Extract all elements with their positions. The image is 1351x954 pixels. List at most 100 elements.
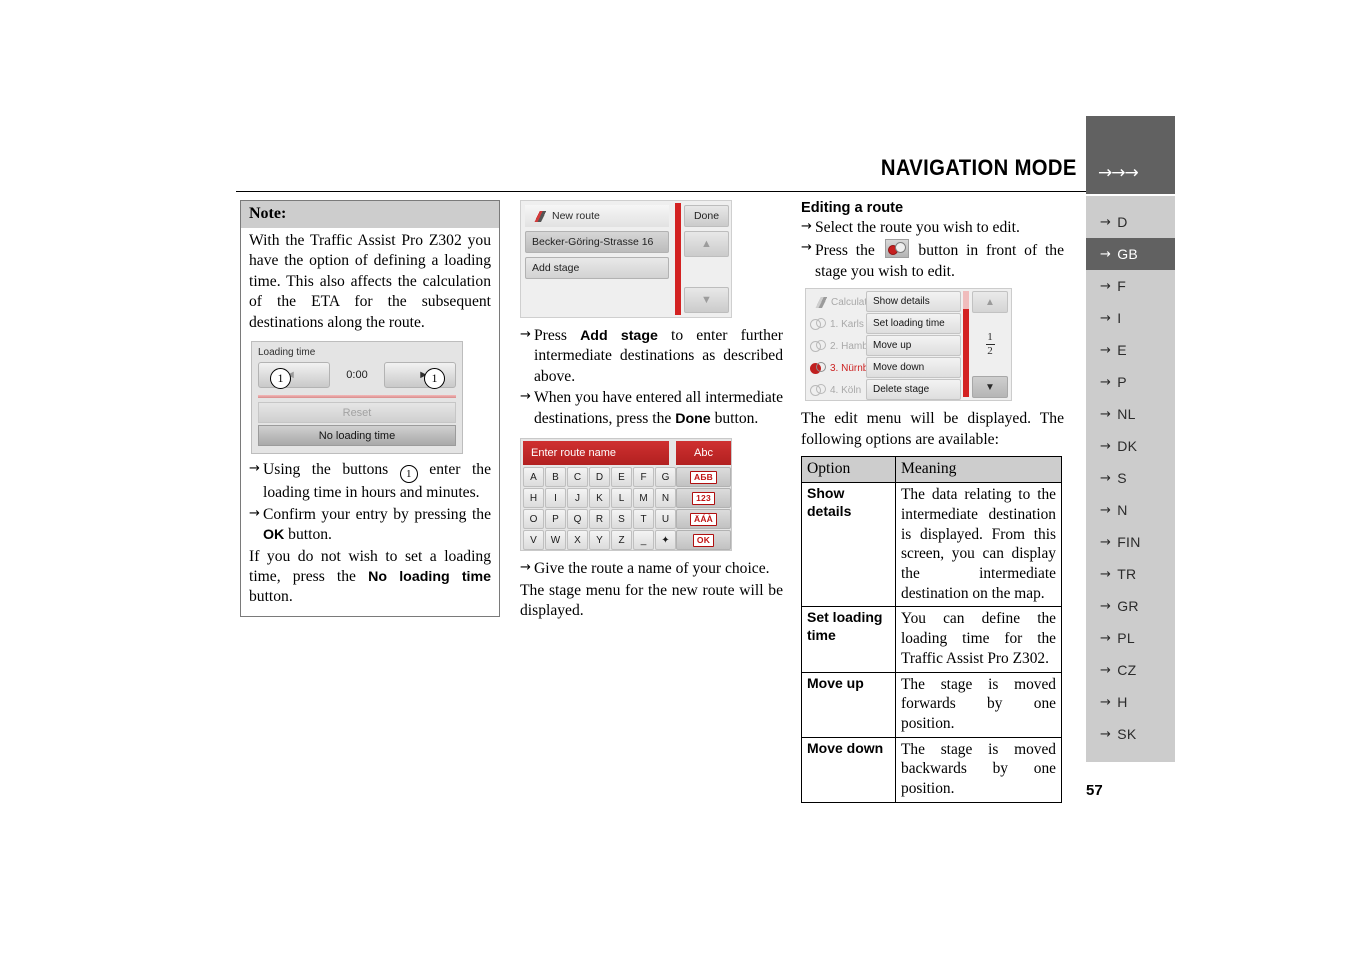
menu-item-delete-stage[interactable]: Delete stage — [866, 379, 961, 401]
no-loading-time-button[interactable]: No loading time — [258, 425, 456, 447]
arrow-icon: → — [1100, 470, 1112, 486]
sidebar-item-fin[interactable]: → FIN — [1086, 526, 1175, 558]
header-section-tab: →→→ — [1086, 116, 1175, 194]
sidebar-item-h[interactable]: → H — [1086, 686, 1175, 718]
key-j[interactable]: J — [567, 488, 588, 509]
closing-text-b: button. — [249, 588, 293, 606]
key-d[interactable]: D — [589, 467, 610, 488]
bg-row-stage-3-selected: 3. Nürnb — [810, 358, 868, 379]
key-c[interactable]: C — [567, 467, 588, 488]
page-title: NAVIGATION MODE — [880, 155, 1077, 180]
sidebar-item-d[interactable]: → D — [1086, 206, 1175, 238]
key-w[interactable]: W — [545, 530, 566, 551]
key-u[interactable]: U — [655, 509, 676, 530]
key-o[interactable]: O — [523, 509, 544, 530]
key-r[interactable]: R — [589, 509, 610, 530]
route-name-input[interactable]: Enter route name — [523, 441, 669, 466]
done-button[interactable]: Done — [684, 205, 729, 227]
key-z[interactable]: Z — [611, 530, 632, 551]
sidebar-item-e[interactable]: → E — [1086, 334, 1175, 366]
decrease-time-button[interactable]: ◄ — [258, 362, 330, 389]
accents-layout-button[interactable]: ÄÁÀ — [676, 509, 731, 530]
key-b[interactable]: B — [545, 467, 566, 488]
scroll-up-button[interactable]: ▲ — [684, 231, 729, 257]
sidebar-item-s[interactable]: → S — [1086, 462, 1175, 494]
step-press-stage-button: → Press the button in front of the stage… — [801, 239, 1064, 282]
arrow-icon: → — [1100, 662, 1112, 678]
bg-row-stage-4: 4. Köln — [810, 380, 861, 401]
edit-menu-popup[interactable]: Show details Set loading time Move up Mo… — [866, 291, 961, 401]
key-e[interactable]: E — [611, 467, 632, 488]
arrow-icon: → — [801, 219, 812, 234]
arrow-icon: → — [520, 327, 531, 342]
section-heading-editing-a-route: Editing a route — [801, 200, 904, 216]
sidebar-item-n[interactable]: → N — [1086, 494, 1175, 526]
red-scrollbar[interactable] — [963, 291, 969, 398]
numeric-layout-button[interactable]: 123 — [676, 488, 731, 509]
key-n[interactable]: N — [655, 488, 676, 509]
sidebar-item-tr[interactable]: → TR — [1086, 558, 1175, 590]
menu-item-show-details[interactable]: Show details — [866, 291, 961, 313]
key-l[interactable]: L — [611, 488, 632, 509]
scroll-down-button[interactable]: ▼ — [684, 287, 729, 313]
keyboard-special-keys[interactable]: АБВ 123 ÄÁÀ OK — [676, 467, 731, 551]
key-g[interactable]: G — [655, 467, 676, 488]
key-t[interactable]: T — [633, 509, 654, 530]
ok-button[interactable]: OK — [676, 530, 731, 551]
header-divider — [236, 191, 1086, 192]
arrow-icon: → — [801, 240, 812, 256]
sidebar-item-label: D — [1117, 214, 1128, 230]
key-y[interactable]: Y — [589, 530, 610, 551]
key-v[interactable]: V — [523, 530, 544, 551]
sidebar-item-pl[interactable]: → PL — [1086, 622, 1175, 654]
key-backspace[interactable]: ✦ — [655, 530, 676, 551]
route-list-item-address[interactable]: Becker-Göring-Strasse 16 — [525, 231, 669, 253]
flag-icon — [810, 297, 827, 309]
key-m[interactable]: M — [633, 488, 654, 509]
menu-item-set-loading-time[interactable]: Set loading time — [866, 313, 961, 335]
arrow-icon: → — [1100, 246, 1112, 262]
sidebar-item-p[interactable]: → P — [1086, 366, 1175, 398]
key-f[interactable]: F — [633, 467, 654, 488]
sidebar-item-f[interactable]: → F — [1086, 270, 1175, 302]
cyrillic-layout-button[interactable]: АБВ — [676, 467, 731, 488]
key-p[interactable]: P — [545, 509, 566, 530]
menu-item-move-up[interactable]: Move up — [866, 335, 961, 357]
reset-button[interactable]: Reset — [258, 402, 456, 424]
sidebar-item-cz[interactable]: → CZ — [1086, 654, 1175, 686]
sidebar-item-label: GB — [1117, 246, 1139, 262]
sidebar-item-nl[interactable]: → NL — [1086, 398, 1175, 430]
sidebar-item-gr[interactable]: → GR — [1086, 590, 1175, 622]
option-name: Move up — [801, 671, 896, 738]
keyboard-letter-grid[interactable]: A B C D E F G H I J K L M N O P Q R S T … — [523, 467, 676, 551]
keyboard-mode-button[interactable]: Abc — [676, 441, 731, 466]
key-a[interactable]: A — [523, 467, 544, 488]
scroll-down-button[interactable]: ▼ — [972, 376, 1008, 399]
increase-time-button[interactable]: ► — [384, 362, 456, 389]
sidebar-item-gb[interactable]: → GB — [1086, 238, 1175, 270]
key-i[interactable]: I — [545, 488, 566, 509]
new-route-titlebar: New route — [525, 205, 669, 227]
sidebar-item-label: PL — [1117, 630, 1135, 646]
sidebar-item-sk[interactable]: → SK — [1086, 718, 1175, 750]
language-sidebar[interactable]: → D → GB → F → I → E → P → NL → DK → S →… — [1086, 196, 1175, 762]
key-q[interactable]: Q — [567, 509, 588, 530]
ok-label: OK — [692, 533, 715, 547]
page-header: NAVIGATION MODE — [236, 147, 1086, 189]
key-k[interactable]: K — [589, 488, 610, 509]
key-underscore[interactable]: _ — [633, 530, 654, 551]
scrollbar-thumb[interactable] — [963, 291, 969, 310]
scroll-up-button[interactable]: ▲ — [972, 291, 1008, 314]
loading-time-screenshot: Loading time ◄ 0:00 ► 1 1 Reset No loadi… — [251, 341, 463, 455]
red-scrollbar[interactable] — [675, 203, 681, 315]
arrow-icon: → — [1100, 278, 1112, 294]
option-name: Set loading time — [801, 606, 896, 673]
key-x[interactable]: X — [567, 530, 588, 551]
key-h[interactable]: H — [523, 488, 544, 509]
sidebar-item-dk[interactable]: → DK — [1086, 430, 1175, 462]
sidebar-item-i[interactable]: → I — [1086, 302, 1175, 334]
table-row: Move down The stage is moved backwards b… — [801, 736, 1062, 803]
menu-item-move-down[interactable]: Move down — [866, 357, 961, 379]
add-stage-button[interactable]: Add stage — [525, 257, 669, 279]
key-s[interactable]: S — [611, 509, 632, 530]
